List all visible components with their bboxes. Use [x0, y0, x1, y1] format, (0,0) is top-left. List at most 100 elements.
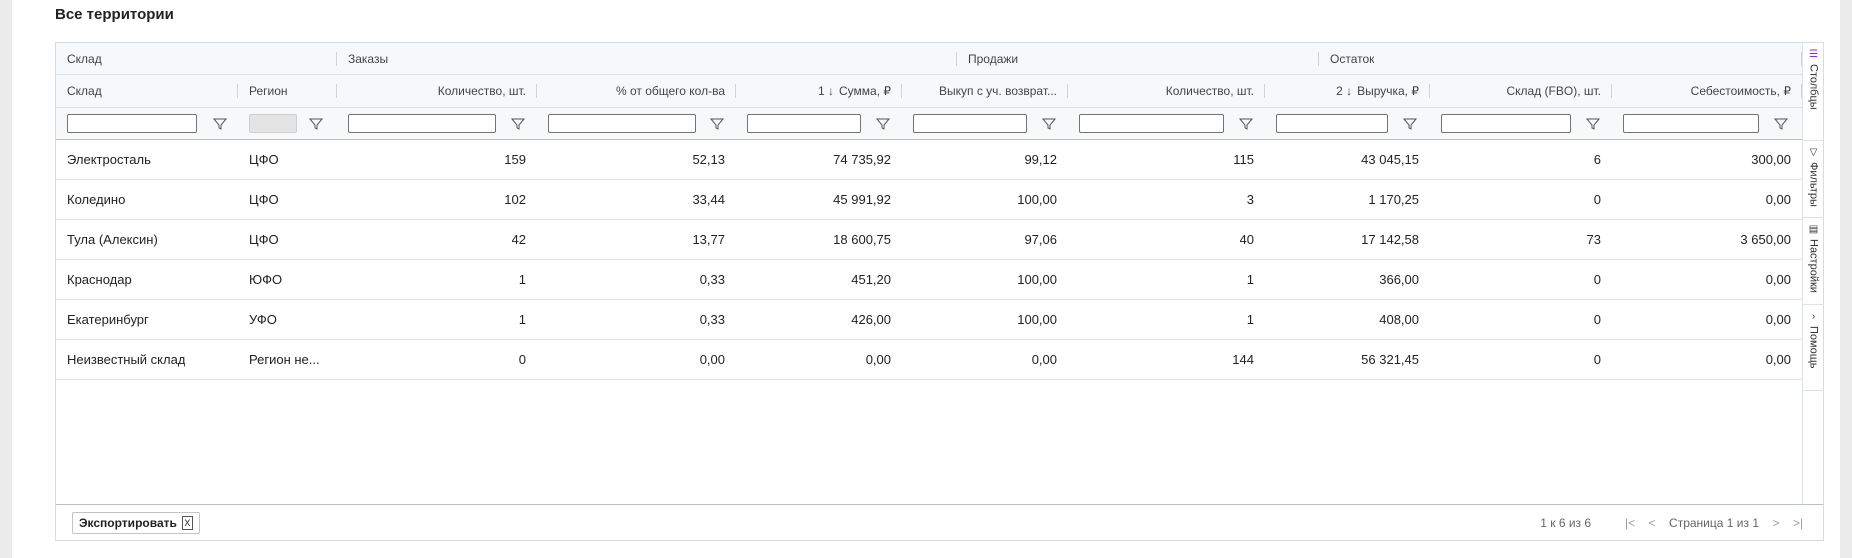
next-page-icon[interactable]: > — [1765, 516, 1787, 530]
filter-input-orders-qty[interactable] — [348, 114, 496, 133]
group-label: Продажи — [968, 51, 1019, 66]
cell-text: 13,77 — [692, 232, 725, 247]
side-tab-label: Фильтры — [1807, 162, 1820, 207]
table-row[interactable]: Краснодар ЮФО 1 0,33 451,20 100,00 1 366… — [56, 260, 1802, 300]
col-header-warehouse[interactable]: Склад — [56, 75, 238, 107]
side-tab-columns[interactable]: ☰ Столбцы — [1803, 43, 1824, 141]
side-tab-settings[interactable]: ▤ Настройки — [1803, 218, 1824, 305]
cell-buyout: 0,00 — [902, 340, 1068, 379]
cell-sales-qty: 1 — [1068, 300, 1265, 339]
cell-text: 144 — [1232, 352, 1254, 367]
group-header-orders: Заказы — [337, 43, 957, 74]
table-row[interactable]: Коледино ЦФО 102 33,44 45 991,92 100,00 … — [56, 180, 1802, 220]
col-label: Количество, шт. — [1165, 84, 1254, 98]
side-tab-help[interactable]: › Помощь — [1803, 305, 1824, 391]
table-row[interactable]: Тула (Алексин) ЦФО 42 13,77 18 600,75 97… — [56, 220, 1802, 260]
filter-input-revenue[interactable] — [1276, 114, 1388, 133]
filter-input-buyout[interactable] — [913, 114, 1027, 133]
group-header-sales: Продажи — [957, 43, 1319, 74]
table-row[interactable]: Электросталь ЦФО 159 52,13 74 735,92 99,… — [56, 140, 1802, 180]
cell-text: 115 — [1233, 152, 1254, 167]
cell-orders-sum: 74 735,92 — [736, 140, 902, 179]
cell-cost: 0,00 — [1612, 180, 1802, 219]
cell-text: 0,00 — [1765, 312, 1791, 327]
cell-text: 0,00 — [1765, 192, 1791, 207]
export-button[interactable]: Экспортировать X — [72, 512, 200, 534]
grid-footer: Экспортировать X 1 к 6 из 6 |< < Страниц… — [56, 504, 1823, 540]
filter-input-warehouse[interactable] — [67, 114, 197, 133]
cell-text: 52,13 — [692, 152, 725, 167]
last-page-icon[interactable]: >| — [1787, 516, 1809, 530]
cell-revenue: 408,00 — [1265, 300, 1430, 339]
pagination: 1 к 6 из 6 |< < Страница 1 из 1 > >| — [1540, 505, 1809, 541]
cell-warehouse: Неизвестный склад — [56, 340, 238, 379]
filter-icon[interactable] — [710, 118, 724, 130]
first-page-icon[interactable]: |< — [1619, 516, 1641, 530]
cell-buyout: 99,12 — [902, 140, 1068, 179]
filter-icon[interactable] — [511, 118, 525, 130]
filter-input-sales-qty[interactable] — [1079, 114, 1224, 133]
filter-cell-stock-fbo — [1430, 108, 1612, 139]
cell-orders-sum: 0,00 — [736, 340, 902, 379]
cell-orders-qty: 0 — [337, 340, 537, 379]
table-row[interactable]: Екатеринбург УФО 1 0,33 426,00 100,00 1 … — [56, 300, 1802, 340]
col-header-stock-fbo[interactable]: Склад (FBO), шт. — [1430, 75, 1612, 107]
cell-text: 0 — [1593, 312, 1601, 327]
filter-icon[interactable] — [213, 118, 227, 130]
col-label: Регион — [249, 84, 288, 98]
col-header-buyout[interactable]: Выкуп с уч. возврат... — [902, 75, 1068, 107]
cell-text: 74 735,92 — [833, 152, 891, 167]
filter-icon[interactable] — [1042, 118, 1056, 130]
filter-icon[interactable] — [1239, 118, 1253, 130]
cell-text: 0,00 — [865, 352, 891, 367]
cell-text: ЦФО — [249, 232, 279, 247]
filter-input-orders-pct[interactable] — [548, 114, 696, 133]
cell-text: 0 — [1593, 352, 1601, 367]
col-label: Количество, шт. — [437, 84, 526, 98]
side-panel-bar: ☰ Столбцы ▽ Фильтры ▤ Настройки › Помощь — [1802, 43, 1824, 504]
filter-icon[interactable] — [309, 118, 323, 130]
cell-region: УФО — [238, 300, 337, 339]
filter-icon[interactable] — [1586, 118, 1600, 130]
filter-icon[interactable] — [1403, 118, 1417, 130]
filter-icon[interactable] — [876, 118, 890, 130]
cell-warehouse: Екатеринбург — [56, 300, 238, 339]
cell-revenue: 17 142,58 — [1265, 220, 1430, 259]
cell-warehouse: Тула (Алексин) — [56, 220, 238, 259]
cell-text: 426,00 — [851, 312, 891, 327]
table-row[interactable]: Неизвестный склад Регион не... 0 0,00 0,… — [56, 340, 1802, 380]
side-tab-filters[interactable]: ▽ Фильтры — [1803, 141, 1824, 218]
prev-page-icon[interactable]: < — [1641, 516, 1663, 530]
cell-orders-sum: 426,00 — [736, 300, 902, 339]
col-header-orders-pct[interactable]: % от общего кол-ва — [537, 75, 736, 107]
cell-sales-qty: 1 — [1068, 260, 1265, 299]
col-header-sales-qty[interactable]: Количество, шт. — [1068, 75, 1265, 107]
grid-main: Склад Заказы Продажи Остаток Склад Регио… — [56, 43, 1802, 540]
cell-text: 0,33 — [699, 312, 725, 327]
cell-sales-qty: 144 — [1068, 340, 1265, 379]
filter-input-orders-sum[interactable] — [747, 114, 861, 133]
cell-text: 0 — [1593, 192, 1601, 207]
cell-orders-pct: 13,77 — [537, 220, 736, 259]
cell-region: ЦФО — [238, 220, 337, 259]
filter-icon[interactable] — [1774, 118, 1788, 130]
filter-input-cost[interactable] — [1623, 114, 1759, 133]
cell-revenue: 43 045,15 — [1265, 140, 1430, 179]
col-header-orders-qty[interactable]: Количество, шт. — [337, 75, 537, 107]
col-header-orders-sum[interactable]: 1 ↓ Сумма, ₽ — [736, 75, 902, 107]
filter-row — [56, 108, 1802, 140]
cell-warehouse: Краснодар — [56, 260, 238, 299]
filter-cell-orders-pct — [537, 108, 736, 139]
cell-text: Тула (Алексин) — [67, 232, 158, 247]
cell-text: 3 650,00 — [1740, 232, 1791, 247]
filter-input-stock-fbo[interactable] — [1441, 114, 1571, 133]
cell-cost: 0,00 — [1612, 300, 1802, 339]
col-header-cost[interactable]: Себестоимость, ₽ — [1612, 75, 1802, 107]
cell-text: 0 — [1593, 272, 1601, 287]
cell-text: 1 — [518, 312, 526, 327]
col-header-revenue[interactable]: 2 ↓ Выручка, ₽ — [1265, 75, 1430, 107]
filter-cell-orders-qty — [337, 108, 537, 139]
cell-text: 100,00 — [1017, 312, 1057, 327]
col-header-region[interactable]: Регион — [238, 75, 337, 107]
side-tab-label: Столбцы — [1807, 64, 1820, 110]
